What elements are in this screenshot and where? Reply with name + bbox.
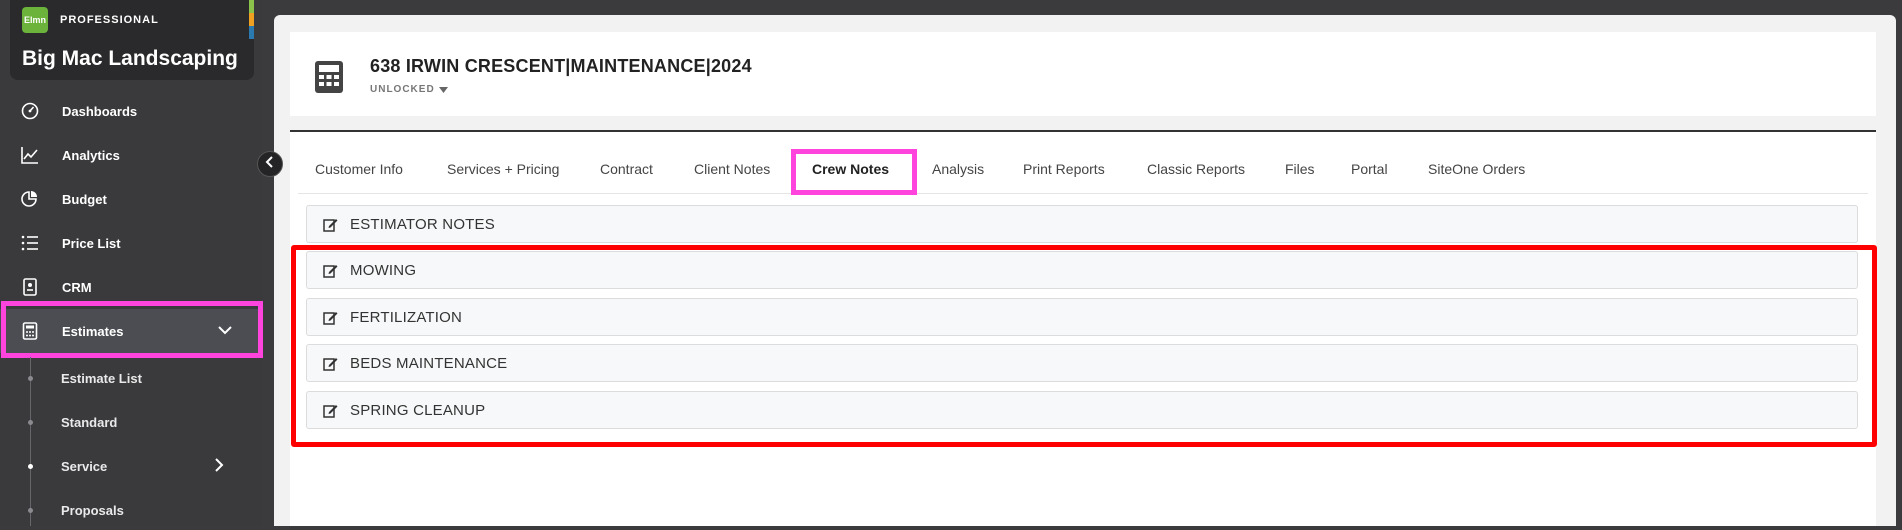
lock-status-label: UNLOCKED: [370, 84, 435, 95]
sidebar-item-label: Price List: [62, 235, 121, 251]
calculator-icon: [314, 60, 344, 99]
tab-contract[interactable]: Contract: [600, 161, 653, 177]
edit-icon[interactable]: [323, 263, 338, 278]
section-label: MOWING: [350, 261, 417, 279]
section-spring-cleanup[interactable]: SPRING CLEANUP: [306, 391, 1858, 429]
tab-services-pricing[interactable]: Services + Pricing: [447, 161, 559, 177]
estimate-tabs: Customer Info Services + Pricing Contrac…: [290, 153, 1876, 193]
section-label: SPRING CLEANUP: [350, 401, 486, 419]
sub-item-proposals[interactable]: Proposals: [0, 490, 258, 530]
edit-icon[interactable]: [323, 403, 338, 418]
pie-chart-icon: [20, 189, 40, 209]
sub-item-estimate-list[interactable]: Estimate List: [0, 358, 258, 398]
section-estimator-notes[interactable]: ESTIMATOR NOTES: [306, 205, 1858, 243]
header-separator-band: [290, 116, 1876, 130]
sub-item-service[interactable]: Service: [0, 446, 258, 486]
tab-print-reports[interactable]: Print Reports: [1023, 161, 1105, 177]
tab-siteone-orders[interactable]: SiteOne Orders: [1428, 161, 1525, 177]
tab-client-notes[interactable]: Client Notes: [694, 161, 770, 177]
brand-header: Elmn PROFESSIONAL Big Mac Landscaping: [10, 0, 254, 80]
tab-analysis[interactable]: Analysis: [932, 161, 984, 177]
sidebar-item-budget[interactable]: Budget: [0, 177, 258, 221]
section-fertilization[interactable]: FERTILIZATION: [306, 298, 1858, 336]
sidebar-item-estimates[interactable]: Estimates: [0, 309, 258, 353]
caret-down-icon: [438, 86, 448, 93]
accent-strip-orange: [249, 13, 254, 26]
accent-strip-green: [249, 0, 254, 13]
chevron-down-icon[interactable]: [216, 321, 234, 342]
tab-classic-reports[interactable]: Classic Reports: [1147, 161, 1245, 177]
section-label: FERTILIZATION: [350, 308, 463, 326]
sidebar-item-label: Analytics: [62, 147, 120, 163]
lock-status-dropdown[interactable]: UNLOCKED: [370, 84, 448, 95]
bullet-dot: [28, 508, 33, 513]
sidebar-item-dashboards[interactable]: Dashboards: [0, 89, 258, 133]
calculator-icon: [20, 321, 40, 341]
section-label: BEDS MAINTENANCE: [350, 354, 508, 372]
chevron-left-icon: [265, 155, 275, 173]
sub-item-label: Proposals: [61, 502, 124, 518]
sidebar-item-label: Estimates: [62, 323, 124, 339]
tab-portal[interactable]: Portal: [1351, 161, 1388, 177]
edit-icon[interactable]: [323, 356, 338, 371]
edit-icon[interactable]: [323, 217, 338, 232]
line-chart-icon: [20, 145, 40, 165]
sidebar-item-label: CRM: [62, 279, 92, 295]
tab-files[interactable]: Files: [1285, 161, 1315, 177]
collapse-sidebar-button[interactable]: [257, 151, 283, 177]
sub-item-standard[interactable]: Standard: [0, 402, 258, 442]
sidebar-item-analytics[interactable]: Analytics: [0, 133, 258, 177]
contact-card-icon: [20, 277, 40, 297]
header-rule: [290, 130, 1876, 132]
estimate-title: 638 IRWIN CRESCENT|MAINTENANCE|2024: [370, 56, 752, 76]
sidebar-item-crm[interactable]: CRM: [0, 265, 258, 309]
sidebar-item-label: Dashboards: [62, 103, 138, 119]
estimate-card: 638 IRWIN CRESCENT|MAINTENANCE|2024 UNLO…: [290, 32, 1876, 526]
bullet-dot: [28, 376, 33, 381]
tab-customer-info[interactable]: Customer Info: [315, 161, 403, 177]
gauge-icon: [20, 101, 40, 121]
accent-strip-blue: [249, 26, 254, 39]
section-label: ESTIMATOR NOTES: [350, 215, 495, 233]
section-beds-maintenance[interactable]: BEDS MAINTENANCE: [306, 344, 1858, 382]
bullet-dot: [28, 464, 33, 469]
chevron-right-icon[interactable]: [210, 456, 228, 477]
sidebar-item-label: Budget: [62, 191, 107, 207]
bullet-dot: [28, 420, 33, 425]
plan-tier-label: PROFESSIONAL: [60, 14, 159, 26]
brand-logo[interactable]: Elmn: [22, 7, 48, 33]
sub-item-label: Estimate List: [61, 370, 142, 386]
section-mowing[interactable]: MOWING: [306, 251, 1858, 289]
sub-item-label: Service: [61, 458, 108, 474]
sub-item-label: Standard: [61, 414, 118, 430]
sidebar-item-price-list[interactable]: Price List: [0, 221, 258, 265]
tabs-underline: [298, 193, 1868, 194]
tab-crew-notes[interactable]: Crew Notes: [812, 161, 889, 177]
sidebar: Elmn PROFESSIONAL Big Mac Landscaping Da…: [0, 0, 263, 526]
company-name[interactable]: Big Mac Landscaping: [22, 47, 238, 71]
list-icon: [20, 233, 40, 253]
edit-icon[interactable]: [323, 310, 338, 325]
